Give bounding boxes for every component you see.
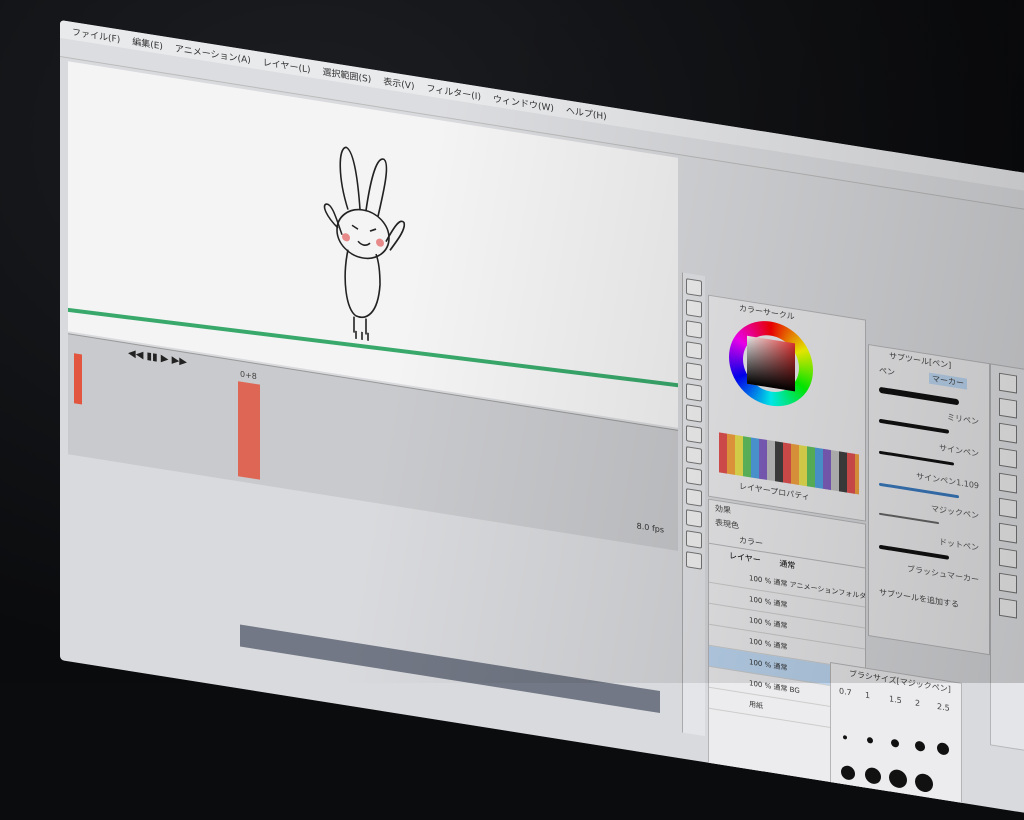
current-frame-indicator[interactable] bbox=[238, 381, 260, 480]
color-tab[interactable]: カラーサークル bbox=[739, 303, 795, 323]
brush-size-value[interactable]: 2 bbox=[915, 698, 920, 708]
brush-size-dot[interactable] bbox=[865, 766, 881, 786]
navigator-icon[interactable] bbox=[999, 372, 1017, 394]
subtool-marker[interactable]: マーカー bbox=[929, 372, 967, 390]
fill-tool-icon[interactable] bbox=[686, 467, 702, 486]
timeline-track-marker bbox=[74, 353, 82, 405]
material-icon[interactable] bbox=[999, 397, 1017, 419]
brush-size-dot[interactable] bbox=[915, 772, 933, 794]
layer-icon[interactable] bbox=[999, 597, 1017, 619]
brush-size-value[interactable]: 1 bbox=[865, 690, 870, 700]
brush-name[interactable]: ブラッシュマーカー bbox=[907, 563, 979, 585]
effect-label: 効果 bbox=[715, 503, 731, 516]
brush-size-dot[interactable] bbox=[867, 736, 873, 744]
figure-tool-icon[interactable] bbox=[686, 509, 702, 528]
move-tool-icon[interactable] bbox=[686, 299, 702, 318]
menu-view[interactable]: 表示(V) bbox=[383, 74, 414, 92]
lasso-tool-icon[interactable] bbox=[686, 341, 702, 360]
playback-controls[interactable]: ◀◀ ▮▮ ▶ ▶▶ bbox=[128, 348, 187, 368]
panel-icon-bar bbox=[990, 363, 1024, 751]
brush-name[interactable]: ドットペン bbox=[939, 536, 979, 553]
brush-size-dot[interactable] bbox=[937, 741, 949, 756]
eyedropper-tool-icon[interactable] bbox=[686, 362, 702, 381]
brush-name[interactable]: サインペン1.109 bbox=[916, 471, 979, 492]
sub-tool-tab[interactable]: サブツール[ペン] bbox=[889, 350, 951, 371]
eraser-tool-icon[interactable] bbox=[686, 446, 702, 465]
zoom-tool-icon[interactable] bbox=[686, 278, 702, 297]
pen-tool-icon[interactable] bbox=[686, 383, 702, 402]
brush-size-value[interactable]: 0.7 bbox=[839, 686, 852, 697]
color-panel: カラーサークル レイヤープロパティ bbox=[708, 294, 866, 522]
item-bank-icon[interactable] bbox=[999, 522, 1017, 544]
tool-palette bbox=[682, 272, 705, 737]
os-taskbar bbox=[240, 624, 660, 714]
gradient-tool-icon[interactable] bbox=[686, 488, 702, 507]
brush-size-value[interactable]: 2.5 bbox=[937, 702, 950, 713]
tool-property-icon[interactable] bbox=[999, 472, 1017, 494]
brush-name-selected[interactable]: マジックペン bbox=[931, 503, 979, 522]
brush-name[interactable]: ミリペン bbox=[947, 411, 979, 427]
brush-size-dot[interactable] bbox=[891, 738, 899, 748]
brush-size-panel: ブラシサイズ[マジックペン] 0.7 1 1.5 2 2.5 bbox=[830, 661, 962, 820]
brush-size-dot[interactable] bbox=[841, 764, 855, 781]
pencil-tool-icon[interactable] bbox=[686, 404, 702, 423]
blend-mode-select[interactable]: 通常 bbox=[779, 559, 795, 571]
brush-preview-stroke bbox=[879, 512, 939, 525]
sub-tool-panel: サブツール[ペン] ペン マーカー ミリペン サインペン サインペン1.109 … bbox=[868, 343, 990, 656]
brush-preview-stroke bbox=[879, 386, 959, 406]
brush-name[interactable]: サインペン bbox=[939, 442, 979, 459]
select-tool-icon[interactable] bbox=[686, 320, 702, 339]
brush-size-dot[interactable] bbox=[915, 740, 925, 753]
frame-marker: 0+8 bbox=[240, 369, 257, 382]
color-square[interactable] bbox=[747, 335, 795, 392]
bunny-drawing bbox=[323, 146, 406, 341]
brush-size-dot[interactable] bbox=[843, 735, 847, 740]
color-swatch-icon[interactable] bbox=[686, 551, 702, 570]
brush-preview-stroke bbox=[879, 418, 949, 434]
panel-settings-icon[interactable] bbox=[999, 572, 1017, 594]
add-subtool-button[interactable]: サブツールを追加する bbox=[879, 587, 959, 611]
layer-search-icon[interactable] bbox=[999, 422, 1017, 444]
brush-size-value[interactable]: 1.5 bbox=[889, 694, 902, 705]
text-tool-icon[interactable] bbox=[686, 530, 702, 549]
fps-display: 8.0 fps bbox=[636, 521, 664, 535]
display-color-select[interactable]: カラー bbox=[739, 535, 763, 550]
layer-tab[interactable]: レイヤー bbox=[729, 551, 761, 565]
brush-size-dot[interactable] bbox=[889, 768, 907, 790]
subtool-pen[interactable]: ペン bbox=[879, 365, 895, 379]
display-color-label: 表現色 bbox=[715, 517, 739, 531]
history-icon[interactable] bbox=[999, 447, 1017, 469]
auto-action-icon[interactable] bbox=[999, 497, 1017, 519]
brush-tool-icon[interactable] bbox=[686, 425, 702, 444]
quick-access-icon[interactable] bbox=[999, 547, 1017, 569]
menu-edit[interactable]: 編集(E) bbox=[132, 34, 163, 52]
